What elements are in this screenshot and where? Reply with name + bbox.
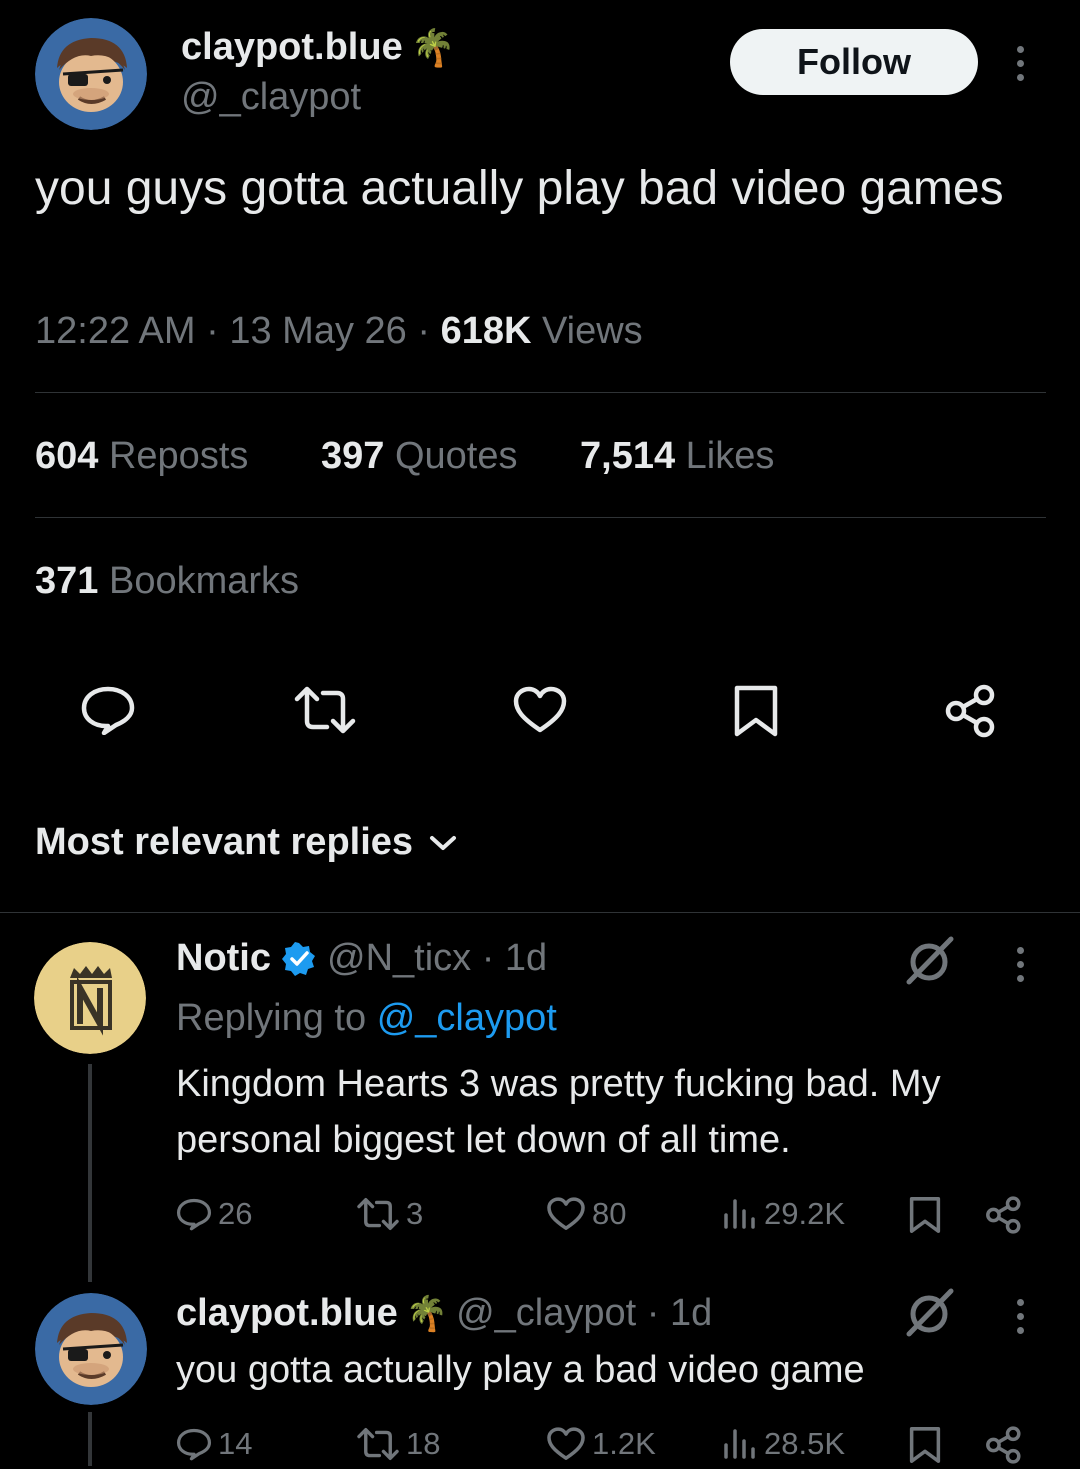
tweet-text: you guys gotta actually play bad video g…: [35, 162, 1004, 215]
bookmarks-label: Bookmarks: [108, 560, 300, 602]
reply-icon: [81, 686, 135, 736]
reposts-stat[interactable]: 604 Reposts: [35, 435, 248, 478]
palm-tree-badge-icon: 🌴: [410, 26, 456, 68]
reply-share-button[interactable]: [985, 1426, 1023, 1469]
repost-icon: [294, 686, 356, 734]
reply-count: 26: [218, 1196, 253, 1231]
more-options-icon[interactable]: [1017, 1299, 1024, 1334]
crown-logo-icon: [34, 942, 146, 1054]
reply-reply-button[interactable]: 26: [176, 1196, 252, 1232]
reply-like-button[interactable]: 80: [546, 1196, 626, 1232]
share-icon: [986, 1196, 1021, 1234]
reply-icon: [176, 1428, 212, 1461]
reply-author-name[interactable]: claypot.blue: [176, 1292, 398, 1335]
tweet-date[interactable]: 13 May 26: [229, 310, 406, 352]
replying-to-label: Replying to: [176, 997, 367, 1039]
share-icon: [986, 1426, 1021, 1464]
replying-to-handle[interactable]: @_claypot: [377, 997, 557, 1039]
reply-avatar[interactable]: [34, 942, 146, 1054]
views-count: 29.2K: [764, 1196, 846, 1231]
views-count: 618K: [440, 310, 532, 352]
repost-count: 3: [406, 1196, 424, 1231]
quotes-stat[interactable]: 397 Quotes: [321, 435, 518, 478]
divider: [35, 392, 1046, 393]
chevron-down-icon: [430, 835, 457, 850]
bookmark-icon: [734, 685, 778, 737]
quotes-label: Quotes: [394, 435, 518, 477]
reply-bookmark-button[interactable]: [908, 1426, 942, 1469]
reply-repost-button[interactable]: 3: [356, 1196, 423, 1232]
like-button[interactable]: [512, 686, 568, 739]
author-handle[interactable]: @_claypot: [181, 76, 361, 119]
reply-repost-button[interactable]: 18: [356, 1426, 440, 1462]
bookmark-button[interactable]: [733, 684, 779, 743]
likes-label: Likes: [685, 435, 775, 477]
reply-handle-time[interactable]: @N_ticx · 1d: [327, 937, 547, 980]
reply-text: Kingdom Hearts 3 was pretty fucking bad.…: [176, 1063, 941, 1161]
heart-icon: [547, 1197, 585, 1230]
likes-stat[interactable]: 7,514 Likes: [580, 435, 774, 478]
views-chart-icon: [724, 1199, 755, 1229]
repost-button[interactable]: [293, 685, 357, 740]
replies-sort-dropdown[interactable]: Most relevant replies: [35, 821, 457, 864]
bookmark-icon: [909, 1197, 941, 1233]
quotes-count: 397: [321, 435, 385, 477]
reply-handle-time[interactable]: @_claypot · 1d: [456, 1292, 712, 1335]
tweet-time[interactable]: 12:22 AM: [35, 310, 196, 352]
like-count: 1.2K: [592, 1426, 656, 1461]
grok-icon: [906, 936, 954, 985]
palm-tree-badge-icon: 🌴: [405, 1294, 449, 1333]
divider: [0, 912, 1080, 913]
reposts-count: 604: [35, 435, 99, 477]
reposts-label: Reposts: [108, 435, 249, 477]
more-options-icon[interactable]: [1017, 46, 1024, 81]
views-chart-icon: [724, 1429, 755, 1459]
thread-line: [88, 1064, 92, 1282]
bookmarks-stat[interactable]: 371 Bookmarks: [35, 560, 299, 603]
author-name[interactable]: claypot.blue: [181, 26, 403, 69]
replies-sort-label: Most relevant replies: [35, 821, 414, 863]
heart-icon: [513, 686, 567, 733]
verified-badge-icon: [282, 941, 315, 976]
reply-count: 14: [218, 1426, 253, 1461]
grok-button[interactable]: [905, 936, 955, 991]
divider: [35, 517, 1046, 518]
more-options-icon[interactable]: [1017, 947, 1024, 982]
reply-like-button[interactable]: 1.2K: [546, 1426, 656, 1462]
author-avatar[interactable]: [35, 18, 147, 130]
cartoon-face-icon: [35, 1293, 147, 1405]
replying-to: Replying to @_claypot: [176, 997, 557, 1040]
grok-button[interactable]: [905, 1288, 955, 1343]
bookmark-icon: [909, 1427, 941, 1463]
thread-line: [88, 1412, 92, 1466]
repost-count: 18: [406, 1426, 441, 1461]
reply-views-button[interactable]: 28.5K: [722, 1426, 845, 1462]
repost-icon: [357, 1198, 399, 1230]
reply-avatar[interactable]: [35, 1293, 147, 1405]
tweet-meta: 12:22 AM · 13 May 26 · 618K Views: [35, 310, 643, 352]
heart-icon: [547, 1427, 585, 1460]
reply-author-name[interactable]: Notic: [176, 937, 271, 980]
reply-text: you gotta actually play a bad video game: [176, 1349, 865, 1391]
share-button[interactable]: [944, 684, 998, 743]
reply-reply-button[interactable]: 14: [176, 1426, 252, 1462]
reply-bookmark-button[interactable]: [908, 1196, 942, 1239]
views-count: 28.5K: [764, 1426, 846, 1461]
share-icon: [945, 684, 995, 738]
reply-button[interactable]: [80, 685, 136, 740]
like-count: 80: [592, 1196, 627, 1231]
bookmarks-count: 371: [35, 560, 99, 602]
follow-button[interactable]: Follow: [730, 29, 978, 95]
reply-share-button[interactable]: [985, 1196, 1023, 1239]
repost-icon: [357, 1428, 399, 1460]
grok-icon: [906, 1288, 954, 1337]
reply-views-button[interactable]: 29.2K: [722, 1196, 845, 1232]
views-label: Views: [541, 310, 643, 352]
cartoon-face-icon: [35, 18, 147, 130]
reply-icon: [176, 1198, 212, 1231]
likes-count: 7,514: [580, 435, 676, 477]
